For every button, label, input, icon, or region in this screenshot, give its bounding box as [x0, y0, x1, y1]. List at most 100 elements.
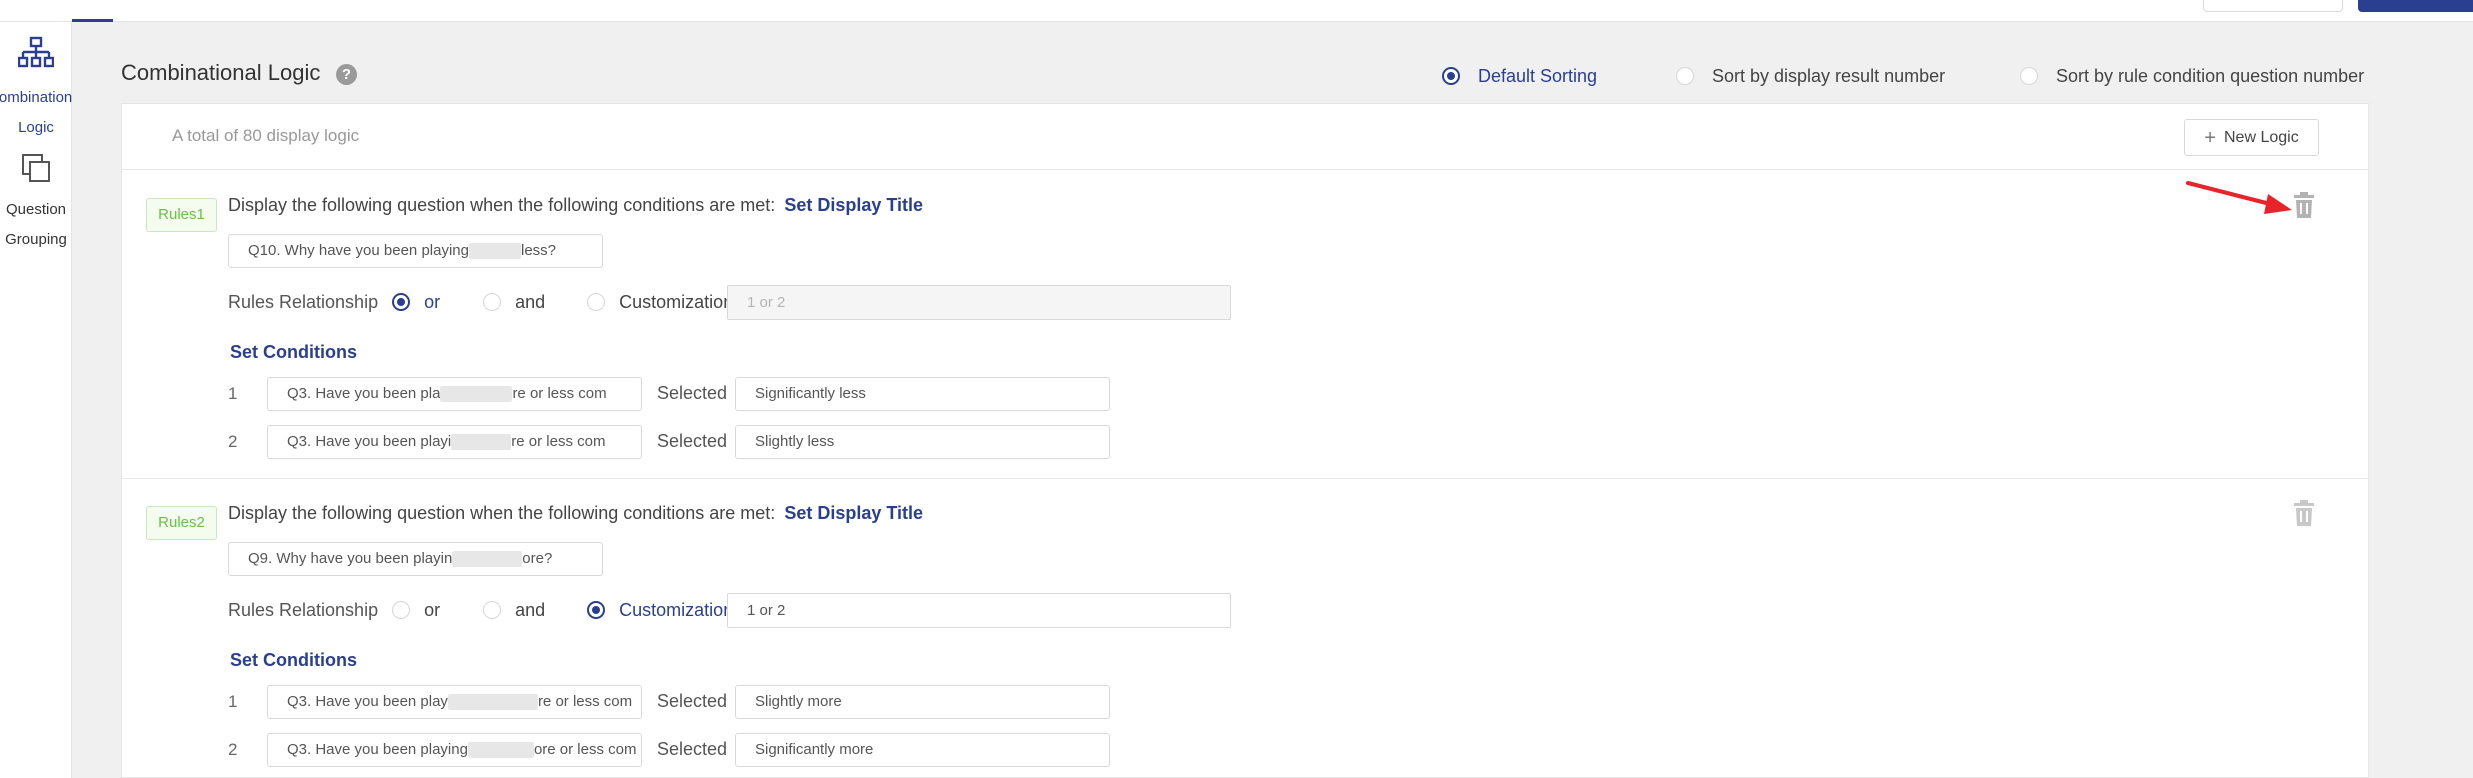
rule-description-text: Display the following question when the … — [228, 195, 776, 215]
question-text: Q3. Have you been playi — [287, 433, 452, 450]
selected-label: Selected — [657, 431, 728, 451]
redacted-text — [467, 742, 534, 759]
relationship-and-radio[interactable]: and — [483, 292, 545, 313]
set-display-title-link[interactable]: Set Display Title — [784, 195, 923, 215]
relationship-option-label: or — [424, 599, 441, 620]
radio-empty-icon — [392, 601, 411, 619]
trash-icon[interactable] — [2294, 192, 2314, 218]
sidebar-item-label: Grouping — [5, 231, 67, 248]
sort-by-display-result-radio[interactable]: Sort by display result number — [1676, 64, 1945, 88]
radio-empty-icon — [2020, 67, 2038, 85]
set-display-title-link[interactable]: Set Display Title — [784, 503, 923, 523]
condition-answer-select[interactable]: Significantly more — [735, 733, 1110, 767]
question-text: Q3. Have you been playing — [287, 741, 468, 758]
rule-badge: Rules1 — [146, 198, 217, 232]
logic-card: A total of 80 display logic + New Logic … — [121, 103, 2369, 778]
copy-icon — [0, 152, 72, 195]
selected-label: Selected — [657, 691, 728, 711]
rules-relationship-row: Rules Relationship or and Customization — [228, 593, 733, 627]
trash-icon[interactable] — [2294, 500, 2314, 526]
rule-block: Rules2 Display the following question wh… — [122, 479, 2368, 778]
selected-label: Selected — [657, 383, 728, 403]
display-question-field[interactable]: Q10. Why have you been playing less? — [228, 234, 603, 268]
rule-description: Display the following question when the … — [228, 503, 923, 524]
custom-expression-input: 1 or 2 — [727, 285, 1231, 320]
question-text: ore or less com — [533, 741, 637, 758]
sidebar-item-question-grouping[interactable]: Question Grouping — [0, 152, 72, 255]
top-primary-button[interactable] — [2358, 0, 2473, 12]
redacted-text — [452, 551, 523, 568]
relationship-option-label: and — [515, 291, 546, 312]
relationship-customization-radio[interactable]: Customization — [587, 600, 733, 621]
question-text: re or less com — [512, 385, 607, 402]
radio-empty-icon — [587, 293, 606, 311]
sort-option-label: Sort by rule condition question number — [2056, 65, 2365, 86]
rule-block: Rules1 Display the following question wh… — [122, 170, 2368, 479]
sidebar-item-label: Question — [5, 201, 67, 218]
sidebar-item-label: Combinational — [0, 89, 72, 106]
sort-default-radio[interactable]: Default Sorting — [1442, 64, 1597, 88]
page-title: Combinational Logic — [121, 60, 321, 85]
question-text: less? — [520, 242, 557, 259]
total-count: A total of 80 display logic — [172, 126, 360, 145]
help-icon[interactable]: ? — [336, 64, 357, 85]
redacted-text — [440, 386, 513, 403]
set-conditions-heading: Set Conditions — [230, 342, 357, 362]
condition-question-select[interactable]: Q3. Have you been play re or less com — [267, 685, 642, 719]
relationship-or-radio[interactable]: or — [392, 292, 440, 313]
condition-answer-select[interactable]: Slightly less — [735, 425, 1110, 459]
condition-answer-select[interactable]: Significantly less — [735, 377, 1110, 411]
question-text: ore? — [522, 550, 553, 567]
question-text: Q3. Have you been pla — [287, 385, 441, 402]
new-logic-label: New Logic — [2223, 128, 2299, 146]
sidebar-item-label: Logic — [18, 119, 54, 136]
display-question-field[interactable]: Q9. Why have you been playin ore? — [228, 542, 603, 576]
sort-option-label: Sort by display result number — [1712, 65, 1946, 86]
new-logic-button[interactable]: + New Logic — [2184, 119, 2319, 156]
rules-relationship-label: Rules Relationship — [228, 291, 379, 312]
radio-empty-icon — [1676, 67, 1694, 85]
radio-selected-icon — [392, 293, 411, 311]
active-tab-indicator — [72, 19, 113, 22]
radio-selected-icon — [1442, 67, 1460, 85]
selected-label: Selected — [657, 739, 728, 759]
relationship-option-label: Customization — [619, 599, 734, 620]
sidebar: Combinational Logic Question Grouping — [0, 22, 72, 778]
condition-question-select[interactable]: Q3. Have you been playi re or less com — [267, 425, 642, 459]
sitemap-icon — [0, 36, 72, 83]
relationship-and-radio[interactable]: and — [483, 600, 545, 621]
card-header: A total of 80 display logic + New Logic — [122, 104, 2368, 170]
rule-description: Display the following question when the … — [228, 195, 923, 216]
set-conditions-heading: Set Conditions — [230, 650, 357, 670]
condition-question-select[interactable]: Q3. Have you been playing ore or less com — [267, 733, 642, 767]
top-bar — [0, 0, 2473, 22]
rule-description-text: Display the following question when the … — [228, 503, 776, 523]
question-text: Q10. Why have you been playing — [248, 242, 469, 259]
question-text: Q3. Have you been play — [287, 693, 448, 710]
question-text: Q9. Why have you been playin — [248, 550, 453, 567]
redacted-text — [468, 243, 521, 260]
sort-by-rule-condition-radio[interactable]: Sort by rule condition question number — [2020, 64, 2364, 88]
rules-relationship-row: Rules Relationship or and Customization — [228, 285, 733, 319]
relationship-option-label: or — [424, 291, 441, 312]
radio-selected-icon — [587, 601, 606, 619]
relationship-or-radio[interactable]: or — [392, 600, 440, 621]
condition-question-select[interactable]: Q3. Have you been pla re or less com — [267, 377, 642, 411]
question-text: re or less com — [537, 693, 633, 710]
relationship-option-label: Customization — [619, 291, 734, 312]
top-secondary-button[interactable] — [2203, 0, 2343, 12]
redacted-text — [447, 694, 538, 711]
condition-number: 1 — [228, 692, 238, 711]
plus-icon: + — [2204, 126, 2216, 149]
sort-option-label: Default Sorting — [1478, 65, 1598, 86]
redacted-text — [451, 434, 512, 451]
relationship-customization-radio[interactable]: Customization — [587, 292, 733, 313]
condition-number: 1 — [228, 384, 238, 403]
custom-expression-input[interactable]: 1 or 2 — [727, 593, 1231, 628]
relationship-option-label: and — [515, 599, 546, 620]
condition-answer-select[interactable]: Slightly more — [735, 685, 1110, 719]
sidebar-item-combinational-logic[interactable]: Combinational Logic — [0, 36, 72, 143]
radio-empty-icon — [483, 601, 502, 619]
question-text: re or less com — [511, 433, 606, 450]
radio-empty-icon — [483, 293, 502, 311]
